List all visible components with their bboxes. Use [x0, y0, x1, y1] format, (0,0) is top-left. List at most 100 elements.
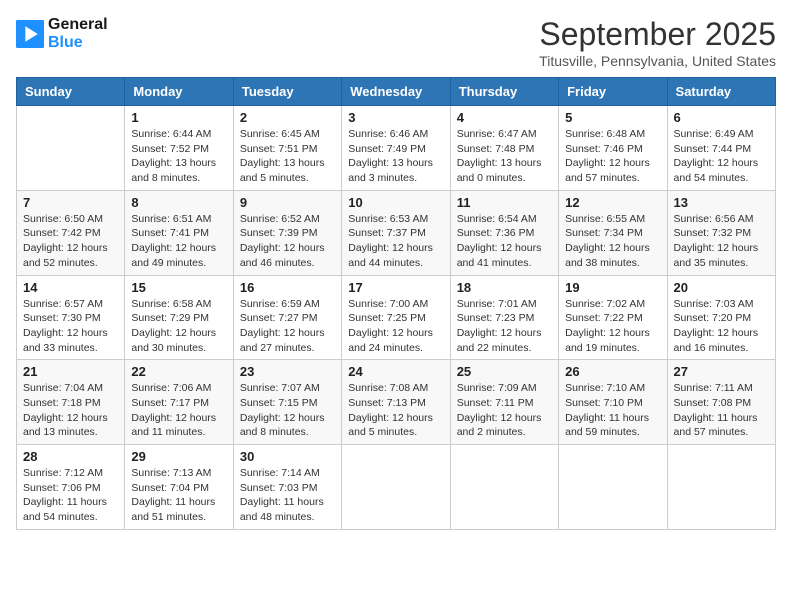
- month-title: September 2025: [539, 16, 776, 53]
- day-info: Sunrise: 7:08 AMSunset: 7:13 PMDaylight:…: [348, 381, 443, 440]
- day-number: 30: [240, 449, 335, 464]
- day-cell: [559, 445, 667, 530]
- day-number: 2: [240, 110, 335, 125]
- day-info: Sunrise: 6:55 AMSunset: 7:34 PMDaylight:…: [565, 212, 660, 271]
- day-info: Sunrise: 6:59 AMSunset: 7:27 PMDaylight:…: [240, 297, 335, 356]
- day-cell: 23 Sunrise: 7:07 AMSunset: 7:15 PMDayligh…: [233, 360, 341, 445]
- day-number: 10: [348, 195, 443, 210]
- day-info: Sunrise: 6:52 AMSunset: 7:39 PMDaylight:…: [240, 212, 335, 271]
- day-cell: 22Sunrise: 7:06 AMSunset: 7:17 PMDayligh…: [125, 360, 233, 445]
- day-cell: 20 Sunrise: 7:03 AMSunset: 7:20 PMDayligh…: [667, 275, 775, 360]
- day-number: 16: [240, 280, 335, 295]
- day-cell: 28 Sunrise: 7:12 AMSunset: 7:06 PMDayligh…: [17, 445, 125, 530]
- week-row-4: 21 Sunrise: 7:04 AMSunset: 7:18 PMDayligh…: [17, 360, 776, 445]
- day-number: 4: [457, 110, 552, 125]
- logo-text: General Blue: [48, 16, 108, 52]
- calendar-table: SundayMondayTuesdayWednesdayThursdayFrid…: [16, 77, 776, 530]
- day-cell: 18Sunrise: 7:01 AMSunset: 7:23 PMDayligh…: [450, 275, 558, 360]
- day-info: Sunrise: 6:53 AMSunset: 7:37 PMDaylight:…: [348, 212, 443, 271]
- day-cell: 8 Sunrise: 6:51 AMSunset: 7:41 PMDaylight…: [125, 190, 233, 275]
- column-header-wednesday: Wednesday: [342, 78, 450, 106]
- day-number: 23: [240, 364, 335, 379]
- day-number: 18: [457, 280, 552, 295]
- column-header-tuesday: Tuesday: [233, 78, 341, 106]
- day-number: 14: [23, 280, 118, 295]
- day-number: 8: [131, 195, 226, 210]
- day-info: Sunrise: 6:54 AMSunset: 7:36 PMDaylight:…: [457, 212, 552, 271]
- day-number: 25: [457, 364, 552, 379]
- day-cell: 7Sunrise: 6:50 AMSunset: 7:42 PMDaylight…: [17, 190, 125, 275]
- week-row-3: 14 Sunrise: 6:57 AMSunset: 7:30 PMDayligh…: [17, 275, 776, 360]
- day-info: Sunrise: 7:00 AMSunset: 7:25 PMDaylight:…: [348, 297, 443, 356]
- day-cell: 6 Sunrise: 6:49 AMSunset: 7:44 PMDaylight…: [667, 106, 775, 191]
- day-info: Sunrise: 6:56 AMSunset: 7:32 PMDaylight:…: [674, 212, 769, 271]
- day-info: Sunrise: 7:03 AMSunset: 7:20 PMDaylight:…: [674, 297, 769, 356]
- day-info: Sunrise: 6:58 AMSunset: 7:29 PMDaylight:…: [131, 297, 226, 356]
- day-info: Sunrise: 6:47 AMSunset: 7:48 PMDaylight:…: [457, 127, 552, 186]
- day-number: 29: [131, 449, 226, 464]
- page-header: General Blue September 2025 Titusville, …: [16, 16, 776, 69]
- week-row-2: 7Sunrise: 6:50 AMSunset: 7:42 PMDaylight…: [17, 190, 776, 275]
- day-info: Sunrise: 7:02 AMSunset: 7:22 PMDaylight:…: [565, 297, 660, 356]
- day-cell: 25Sunrise: 7:09 AMSunset: 7:11 PMDayligh…: [450, 360, 558, 445]
- day-info: Sunrise: 6:46 AMSunset: 7:49 PMDaylight:…: [348, 127, 443, 186]
- day-cell: 5 Sunrise: 6:48 AMSunset: 7:46 PMDaylight…: [559, 106, 667, 191]
- day-number: 13: [674, 195, 769, 210]
- day-cell: 30 Sunrise: 7:14 AMSunset: 7:03 PMDayligh…: [233, 445, 341, 530]
- logo: General Blue: [16, 16, 108, 52]
- day-number: 11: [457, 195, 552, 210]
- day-cell: 2 Sunrise: 6:45 AMSunset: 7:51 PMDaylight…: [233, 106, 341, 191]
- day-number: 1: [131, 110, 226, 125]
- day-cell: [450, 445, 558, 530]
- day-number: 15: [131, 280, 226, 295]
- logo-icon: [16, 20, 44, 48]
- day-cell: [667, 445, 775, 530]
- day-info: Sunrise: 7:07 AMSunset: 7:15 PMDaylight:…: [240, 381, 335, 440]
- day-number: 5: [565, 110, 660, 125]
- day-cell: 12Sunrise: 6:55 AMSunset: 7:34 PMDayligh…: [559, 190, 667, 275]
- day-cell: 17 Sunrise: 7:00 AMSunset: 7:25 PMDayligh…: [342, 275, 450, 360]
- column-header-friday: Friday: [559, 78, 667, 106]
- day-info: Sunrise: 7:14 AMSunset: 7:03 PMDaylight:…: [240, 466, 335, 525]
- day-number: 21: [23, 364, 118, 379]
- day-number: 17: [348, 280, 443, 295]
- day-number: 24: [348, 364, 443, 379]
- day-cell: 13 Sunrise: 6:56 AMSunset: 7:32 PMDayligh…: [667, 190, 775, 275]
- day-cell: 10 Sunrise: 6:53 AMSunset: 7:37 PMDayligh…: [342, 190, 450, 275]
- day-info: Sunrise: 7:12 AMSunset: 7:06 PMDaylight:…: [23, 466, 118, 525]
- day-number: 20: [674, 280, 769, 295]
- location: Titusville, Pennsylvania, United States: [539, 53, 776, 69]
- day-cell: 4 Sunrise: 6:47 AMSunset: 7:48 PMDaylight…: [450, 106, 558, 191]
- day-cell: 27 Sunrise: 7:11 AMSunset: 7:08 PMDayligh…: [667, 360, 775, 445]
- day-info: Sunrise: 6:50 AMSunset: 7:42 PMDaylight:…: [23, 212, 118, 271]
- day-number: 6: [674, 110, 769, 125]
- day-cell: 21 Sunrise: 7:04 AMSunset: 7:18 PMDayligh…: [17, 360, 125, 445]
- day-info: Sunrise: 6:45 AMSunset: 7:51 PMDaylight:…: [240, 127, 335, 186]
- week-row-1: 1Sunrise: 6:44 AMSunset: 7:52 PMDaylight…: [17, 106, 776, 191]
- day-cell: 14 Sunrise: 6:57 AMSunset: 7:30 PMDayligh…: [17, 275, 125, 360]
- day-cell: 29 Sunrise: 7:13 AMSunset: 7:04 PMDayligh…: [125, 445, 233, 530]
- title-block: September 2025 Titusville, Pennsylvania,…: [539, 16, 776, 69]
- day-cell: [342, 445, 450, 530]
- day-info: Sunrise: 6:48 AMSunset: 7:46 PMDaylight:…: [565, 127, 660, 186]
- day-number: 3: [348, 110, 443, 125]
- day-cell: 3 Sunrise: 6:46 AMSunset: 7:49 PMDaylight…: [342, 106, 450, 191]
- day-info: Sunrise: 7:13 AMSunset: 7:04 PMDaylight:…: [131, 466, 226, 525]
- day-info: Sunrise: 7:10 AMSunset: 7:10 PMDaylight:…: [565, 381, 660, 440]
- day-info: Sunrise: 6:57 AMSunset: 7:30 PMDaylight:…: [23, 297, 118, 356]
- day-info: Sunrise: 6:49 AMSunset: 7:44 PMDaylight:…: [674, 127, 769, 186]
- day-info: Sunrise: 6:51 AMSunset: 7:41 PMDaylight:…: [131, 212, 226, 271]
- day-number: 22: [131, 364, 226, 379]
- day-info: Sunrise: 7:04 AMSunset: 7:18 PMDaylight:…: [23, 381, 118, 440]
- column-header-thursday: Thursday: [450, 78, 558, 106]
- day-cell: 9Sunrise: 6:52 AMSunset: 7:39 PMDaylight…: [233, 190, 341, 275]
- day-cell: 19Sunrise: 7:02 AMSunset: 7:22 PMDayligh…: [559, 275, 667, 360]
- day-cell: 11 Sunrise: 6:54 AMSunset: 7:36 PMDayligh…: [450, 190, 558, 275]
- day-number: 27: [674, 364, 769, 379]
- day-number: 28: [23, 449, 118, 464]
- day-cell: 26Sunrise: 7:10 AMSunset: 7:10 PMDayligh…: [559, 360, 667, 445]
- column-header-monday: Monday: [125, 78, 233, 106]
- column-header-sunday: Sunday: [17, 78, 125, 106]
- day-info: Sunrise: 7:11 AMSunset: 7:08 PMDaylight:…: [674, 381, 769, 440]
- day-cell: 24 Sunrise: 7:08 AMSunset: 7:13 PMDayligh…: [342, 360, 450, 445]
